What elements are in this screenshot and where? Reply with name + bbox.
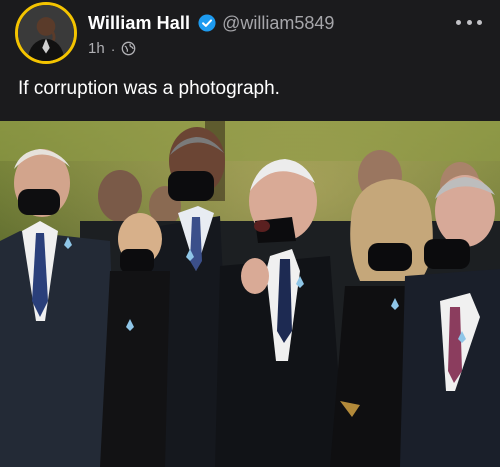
more-dot [466, 19, 472, 25]
verified-badge-icon [198, 14, 216, 32]
more-dot [477, 19, 482, 25]
avatar-photo-icon [18, 5, 74, 61]
author-avatar[interactable] [15, 2, 77, 64]
post-photo[interactable] [0, 121, 500, 467]
globe-icon [121, 41, 136, 56]
author-name[interactable]: William Hall [88, 13, 190, 34]
meta-separator: · [110, 40, 116, 57]
post-header: William Hall @william5849 1h · [0, 0, 500, 64]
more-options-icon[interactable] [456, 12, 482, 32]
author-line: William Hall @william5849 [88, 11, 334, 35]
more-dot [456, 19, 461, 25]
post-text: If corruption was a photograph. [18, 78, 280, 99]
photograph [0, 121, 500, 467]
post-time[interactable]: 1h [88, 40, 105, 57]
author-handle[interactable]: @william5849 [222, 13, 334, 34]
post-meta: 1h · [88, 40, 136, 57]
